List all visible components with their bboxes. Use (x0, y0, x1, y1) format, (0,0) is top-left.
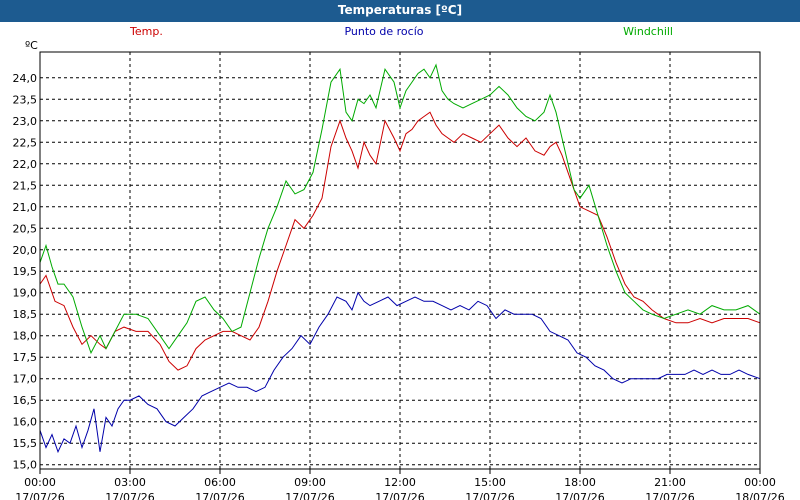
x-tick-time: 00:00 (744, 476, 776, 489)
x-tick-date: 17/07/26 (285, 491, 334, 500)
y-tick-label: 15,5 (13, 437, 38, 450)
x-tick-labels: 00:00 17/07/26 03:00 17/07/26 06:00 17/07/26 0… (15, 476, 784, 500)
x-tick-time: 18:00 (564, 476, 596, 489)
y-tick-label: 17,5 (13, 351, 38, 364)
y-tick-label: 19,0 (13, 287, 38, 300)
x-tick-time: 21:00 (654, 476, 686, 489)
x-tick-time: 12:00 (384, 476, 416, 489)
x-tick-time: 06:00 (204, 476, 236, 489)
x-tick-date: 17/07/26 (105, 491, 154, 500)
x-tick-time: 00:00 (24, 476, 56, 489)
y-tick-label: 19,5 (13, 265, 38, 278)
y-tick-label: 24,0 (13, 72, 38, 85)
chart-title: Temperaturas [ºC] (0, 0, 800, 22)
legend-entry: Temp. (129, 25, 163, 38)
legend-entry: Punto de rocío (344, 25, 423, 38)
x-tick-date: 17/07/26 (645, 491, 694, 500)
y-tick-labels: 15,0 15,5 16,0 16,5 17,0 17,5 18,0 18,5 19,0 19,5… (13, 72, 38, 472)
x-tick-date: 18/07/26 (735, 491, 784, 500)
series-line-0 (39, 111, 761, 371)
legend-entry: Windchill (623, 25, 673, 38)
x-tick-date: 17/07/26 (555, 491, 604, 500)
temperature-chart: ºC 15,015,516,016,517,017,518,018,519,01… (13, 25, 785, 500)
x-tick-date: 17/07/26 (375, 491, 424, 500)
y-tick-label: 22,0 (13, 158, 38, 171)
y-tick-label: 21,5 (13, 179, 38, 192)
y-tick-label: 20,5 (13, 222, 38, 235)
legend: Temp. Punto de rocío Windchill (129, 25, 673, 38)
y-tick-label: 23,0 (13, 115, 38, 128)
y-axis-label: ºC (25, 39, 38, 52)
grid (39, 52, 761, 474)
y-tick-label: 23,5 (13, 93, 38, 106)
y-tick-label: 20,0 (13, 244, 38, 257)
x-tick-date: 17/07/26 (195, 491, 244, 500)
y-tick-label: 22,5 (13, 136, 38, 149)
x-tick-date: 17/07/26 (465, 491, 514, 500)
x-tick-time: 03:00 (114, 476, 146, 489)
x-tick-time: 15:00 (474, 476, 506, 489)
y-tick-label: 18,5 (13, 308, 38, 321)
x-tick-date: 17/07/26 (15, 491, 64, 500)
y-tick-label: 15,0 (13, 459, 38, 472)
x-tick-time: 09:00 (294, 476, 326, 489)
y-tick-label: 16,0 (13, 416, 38, 429)
y-tick-label: 17,0 (13, 373, 38, 386)
y-tick-label: 21,0 (13, 201, 38, 214)
y-tick-label: 18,0 (13, 330, 38, 343)
y-tick-label: 16,5 (13, 394, 38, 407)
